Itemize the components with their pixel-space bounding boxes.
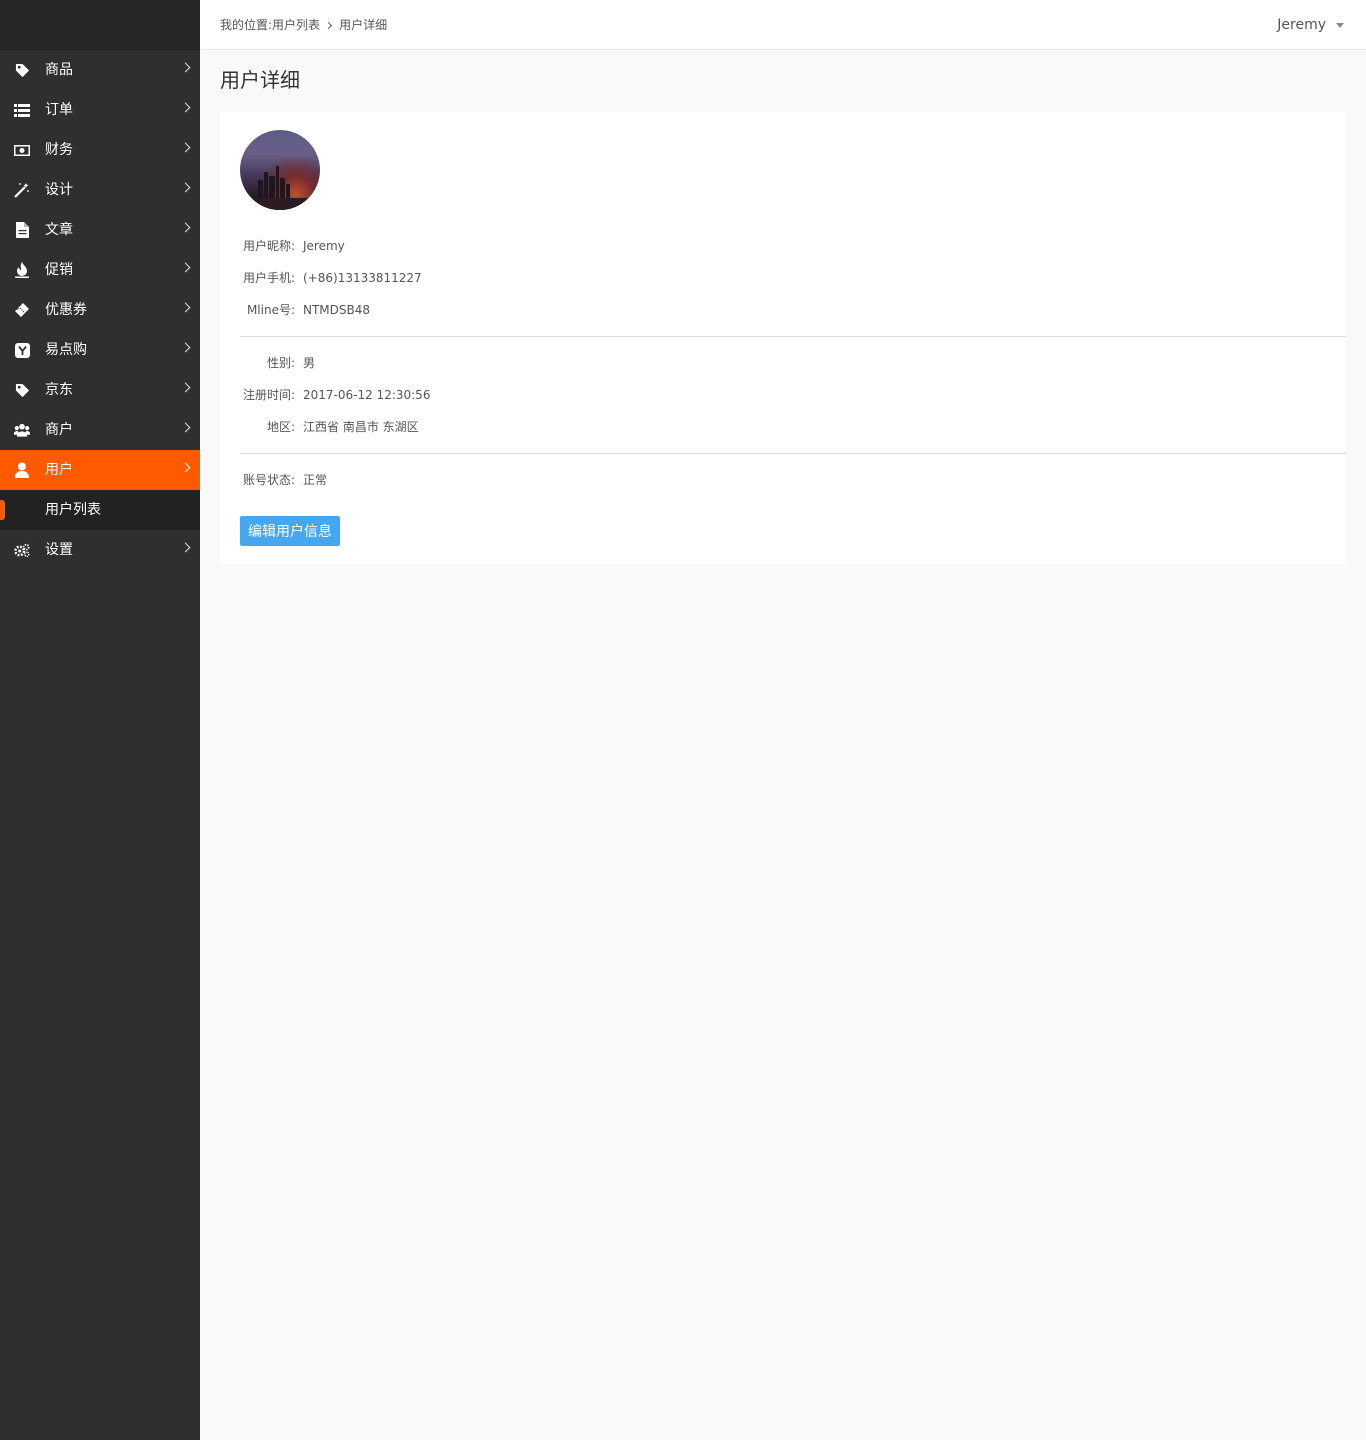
username: Jeremy (1277, 17, 1326, 33)
sidebar-item-yidiangou[interactable]: 易点购 (0, 330, 200, 370)
active-indicator (0, 500, 5, 520)
user-icon (14, 462, 30, 478)
sidebar-item-orders[interactable]: 订单 (0, 90, 200, 130)
register-time-value: 2017-06-12 12:30:56 (303, 388, 431, 402)
sidebar-subitem-label: 用户列表 (45, 502, 101, 518)
fire-icon (14, 262, 30, 278)
divider (240, 336, 1346, 337)
breadcrumb-current: 用户详细 (339, 18, 388, 32)
mline-row: Mline号: NTMDSB48 (240, 302, 370, 318)
sidebar-item-goods[interactable]: 商品 (0, 50, 200, 90)
region-label: 地区: (266, 420, 295, 434)
nickname-row: 用户昵称: Jeremy (240, 238, 345, 254)
divider (240, 453, 1346, 454)
mline-value: NTMDSB48 (303, 303, 371, 317)
sidebar-subitem-user-list[interactable]: 用户列表 (0, 490, 200, 530)
sidebar-item-settings[interactable]: 设置 (0, 530, 200, 570)
account-status-row: 账号状态: 正常 (240, 472, 327, 488)
breadcrumb-prefix: 我的位置: (220, 18, 273, 32)
sidebar-item-label: 财务 (45, 142, 73, 158)
register-time-row: 注册时间: 2017-06-12 12:30:56 (240, 387, 431, 403)
sidebar-logo-area (0, 0, 200, 50)
users-icon (14, 422, 30, 438)
sidebar-item-label: 商户 (45, 422, 73, 438)
sidebar-item-label: 易点购 (45, 342, 87, 358)
gender-label: 性别: (266, 356, 295, 370)
sidebar: 商品 订单 财务 设计 文章 促销 优惠券 易点购 京东 商户 用户 用户列表 … (0, 0, 200, 1440)
sidebar-item-label: 京东 (45, 382, 73, 398)
breadcrumb: 我的位置: 用户列表 用户详细 (220, 17, 387, 33)
account-status-value: 正常 (303, 473, 328, 487)
ticket-icon (14, 302, 30, 318)
gender-value: 男 (303, 356, 316, 370)
phone-value: (+86)13133811227 (303, 271, 422, 285)
user-menu[interactable]: Jeremy (1277, 16, 1344, 34)
user-detail-card: 用户昵称: Jeremy 用户手机: (+86)13133811227 Mlin… (220, 111, 1346, 564)
region-row: 地区: 江西省 南昌市 东湖区 (240, 419, 419, 435)
sidebar-item-users[interactable]: 用户 (0, 450, 200, 490)
sidebar-item-coupons[interactable]: 优惠券 (0, 290, 200, 330)
tag-icon (14, 382, 30, 398)
chevron-right-icon (180, 142, 191, 153)
chevron-right-icon (180, 422, 191, 433)
avatar (240, 130, 320, 210)
top-bar: 我的位置: 用户列表 用户详细 Jeremy (200, 0, 1366, 50)
sidebar-item-label: 用户 (45, 462, 73, 478)
list-icon (14, 102, 30, 118)
chevron-right-icon (180, 222, 191, 233)
phone-row: 用户手机: (+86)13133811227 (240, 270, 422, 286)
money-icon (14, 142, 30, 158)
gears-icon (14, 542, 30, 558)
y-badge-icon (14, 342, 30, 358)
sidebar-item-finance[interactable]: 财务 (0, 130, 200, 170)
sidebar-item-jd[interactable]: 京东 (0, 370, 200, 410)
register-time-label: 注册时间: (242, 388, 295, 402)
tag-icon (14, 62, 30, 78)
account-status-label: 账号状态: (242, 473, 295, 487)
sidebar-item-label: 订单 (45, 102, 73, 118)
nickname-label: 用户昵称: (242, 239, 295, 253)
sidebar-item-label: 设计 (45, 182, 73, 198)
sidebar-item-merchants[interactable]: 商户 (0, 410, 200, 450)
chevron-right-icon (180, 462, 191, 473)
sidebar-item-design[interactable]: 设计 (0, 170, 200, 210)
mline-label: Mline号: (246, 303, 295, 317)
nickname-value: Jeremy (303, 239, 345, 253)
page-title: 用户详细 (220, 68, 300, 92)
chevron-right-icon (325, 21, 333, 29)
edit-user-button[interactable]: 编辑用户信息 (240, 516, 340, 546)
sidebar-item-promotion[interactable]: 促销 (0, 250, 200, 290)
gender-row: 性别: 男 (240, 355, 315, 371)
chevron-right-icon (180, 342, 191, 353)
chevron-right-icon (180, 182, 191, 193)
caret-down-icon (1336, 22, 1344, 28)
breadcrumb-link-user-list[interactable]: 用户列表 (272, 17, 320, 33)
chevron-right-icon (180, 542, 191, 553)
sidebar-item-label: 商品 (45, 62, 73, 78)
sidebar-item-label: 设置 (45, 542, 73, 558)
phone-label: 用户手机: (242, 271, 295, 285)
magic-wand-icon (14, 182, 30, 198)
document-icon (14, 222, 30, 238)
chevron-right-icon (180, 302, 191, 313)
chevron-right-icon (180, 102, 191, 113)
sidebar-item-articles[interactable]: 文章 (0, 210, 200, 250)
chevron-right-icon (180, 262, 191, 273)
sidebar-item-label: 优惠券 (45, 302, 87, 318)
region-value: 江西省 南昌市 东湖区 (303, 420, 419, 434)
chevron-right-icon (180, 62, 191, 73)
sidebar-item-label: 文章 (45, 222, 73, 238)
sidebar-item-label: 促销 (45, 262, 73, 278)
chevron-right-icon (180, 382, 191, 393)
